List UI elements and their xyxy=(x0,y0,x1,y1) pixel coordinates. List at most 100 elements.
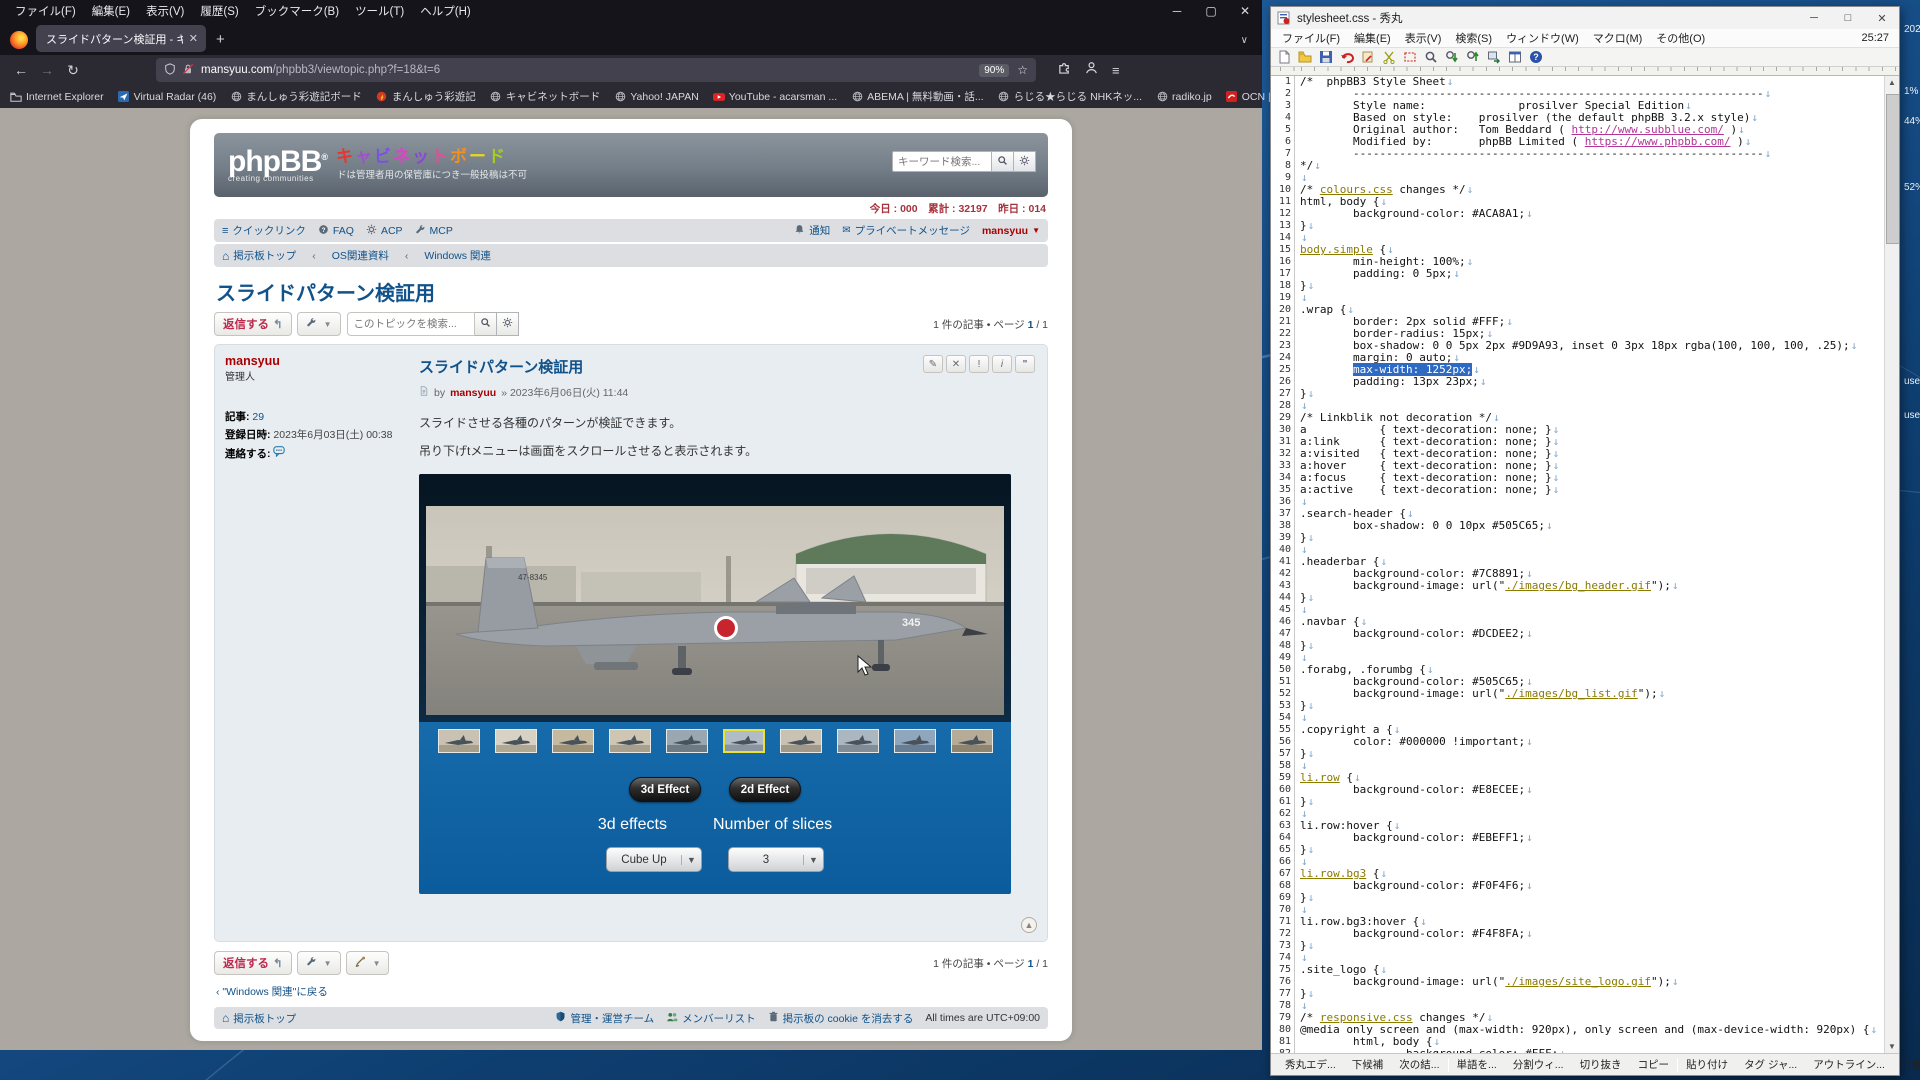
edit-post-button[interactable]: ✎ xyxy=(923,355,943,373)
scroll-down-arrow[interactable]: ▼ xyxy=(1885,1042,1899,1051)
help-icon[interactable]: ? xyxy=(1528,50,1544,65)
moderator-tools-button[interactable]: ▼ xyxy=(346,951,390,975)
search-up-icon[interactable] xyxy=(1465,50,1481,65)
user-menu[interactable]: mansyuu▼ xyxy=(982,225,1040,237)
slideshow-thumbnail-6[interactable] xyxy=(723,729,765,753)
status-segment[interactable]: 行番号... xyxy=(1893,1057,1920,1072)
status-segment[interactable]: アウトライン... xyxy=(1805,1057,1893,1072)
editor-menu-マクロ(M)[interactable]: マクロ(M) xyxy=(1586,30,1650,46)
slideshow-thumbnail-5[interactable] xyxy=(666,729,708,753)
notifications-link[interactable]: 通知 xyxy=(794,223,830,238)
browser-menu-編集(E)[interactable]: 編集(E) xyxy=(85,1,137,21)
tracking-shield-icon[interactable] xyxy=(164,63,176,78)
topic-tools-button-bottom[interactable]: ▼ xyxy=(297,951,341,975)
editor-maximize-button[interactable]: □ xyxy=(1831,12,1865,25)
slices-select[interactable]: 3 ▼ xyxy=(728,847,824,872)
reply-button[interactable]: 返信する↰ xyxy=(214,312,292,336)
advanced-search-button[interactable] xyxy=(1014,151,1036,172)
status-segment[interactable]: コピー xyxy=(1630,1057,1678,1072)
topic-tools-button[interactable]: ▼ xyxy=(297,312,341,336)
report-post-button[interactable]: ! xyxy=(969,355,989,373)
scroll-up-arrow[interactable]: ▲ xyxy=(1885,78,1899,87)
next-window-icon[interactable] xyxy=(1486,50,1502,65)
open-folder-icon[interactable] xyxy=(1297,50,1313,65)
bookmark-item[interactable]: まんしゅう彩遊記ボード xyxy=(230,89,362,104)
back-button[interactable]: ← xyxy=(10,62,32,79)
browser-menu-ブックマーク(B)[interactable]: ブックマーク(B) xyxy=(248,1,346,21)
member-list-link[interactable]: メンバーリスト xyxy=(666,1011,756,1026)
bookmark-item[interactable]: Yahoo! JAPAN xyxy=(614,91,698,103)
bookmark-item[interactable]: radiko.jp xyxy=(1156,91,1212,103)
status-segment[interactable]: 切り抜き xyxy=(1572,1057,1630,1072)
browser-minimize-button[interactable]: ─ xyxy=(1160,4,1194,18)
reply-button-bottom[interactable]: 返信する↰ xyxy=(214,951,292,975)
search-icon[interactable] xyxy=(1423,50,1439,65)
topic-search-advanced-button[interactable] xyxy=(497,312,519,336)
phpbb-logo[interactable]: phpBB® creating communities xyxy=(228,143,327,183)
status-segment[interactable]: 貼り付け xyxy=(1678,1057,1736,1072)
bookmark-item[interactable]: ABEMA | 無料動画・話... xyxy=(851,89,984,104)
browser-menu-表示(V)[interactable]: 表示(V) xyxy=(139,1,191,21)
status-segment[interactable]: 単語を... xyxy=(1449,1057,1505,1072)
new-tab-button[interactable]: + xyxy=(216,31,225,48)
reload-button[interactable]: ↻ xyxy=(62,62,84,79)
slideshow-thumbnail-7[interactable] xyxy=(780,729,822,753)
undo-icon[interactable] xyxy=(1339,50,1355,65)
editor-menu-編集(E)[interactable]: 編集(E) xyxy=(1347,30,1398,46)
status-segment[interactable]: 下候補 xyxy=(1344,1057,1392,1072)
jump-icon[interactable] xyxy=(1360,50,1376,65)
browser-maximize-button[interactable]: ▢ xyxy=(1194,4,1228,18)
breadcrumb-subforum[interactable]: Windows 関連 xyxy=(424,248,491,263)
slideshow-thumbnail-8[interactable] xyxy=(837,729,879,753)
bookmark-item[interactable]: Virtual Radar (46) xyxy=(118,91,217,103)
editor-titlebar[interactable]: stylesheet.css - 秀丸 ─ □ ✕ xyxy=(1271,7,1899,29)
split-window-icon[interactable] xyxy=(1507,50,1523,65)
faq-link[interactable]: ?FAQ xyxy=(318,224,354,238)
browser-close-button[interactable]: ✕ xyxy=(1228,4,1262,18)
slideshow-thumbnail-9[interactable] xyxy=(894,729,936,753)
footer-board-top-link[interactable]: ⌂掲示板トップ xyxy=(222,1011,296,1026)
topic-search-input[interactable] xyxy=(347,312,475,336)
delete-cookies-link[interactable]: 掲示板の cookie を消去する xyxy=(768,1011,914,1026)
insecure-lock-icon[interactable] xyxy=(182,63,194,78)
author-post-count[interactable]: 29 xyxy=(252,411,264,423)
bookmark-item[interactable]: キャビネットボード xyxy=(490,89,601,104)
browser-menu-ツール(T)[interactable]: ツール(T) xyxy=(348,1,411,21)
browser-menu-履歴(S)[interactable]: 履歴(S) xyxy=(193,1,245,21)
2d-effect-button[interactable]: 2d Effect xyxy=(729,777,801,802)
quote-post-button[interactable]: " xyxy=(1015,355,1035,373)
private-messages-link[interactable]: ✉プライベートメッセージ xyxy=(842,223,970,238)
slideshow-thumbnail-2[interactable] xyxy=(495,729,537,753)
breadcrumb-forum[interactable]: OS関連資料 xyxy=(332,248,389,263)
tab-close-icon[interactable]: ✕ xyxy=(189,32,198,45)
code-area[interactable]: 1/* phpBB3 Style Sheet↓2 ---------------… xyxy=(1271,76,1884,1053)
slideshow-thumbnail-4[interactable] xyxy=(609,729,651,753)
browser-tab-active[interactable]: スライドパターン検証用 - キャビネットボー ✕ xyxy=(36,25,206,52)
status-segment[interactable]: タグ ジャ... xyxy=(1736,1057,1805,1072)
keyword-search-input[interactable] xyxy=(892,151,992,172)
url-bar[interactable]: mansyuu.com/phpbb3/viewtopic.php?f=18&t=… xyxy=(156,58,1036,82)
editor-menu-ウィンドウ(W)[interactable]: ウィンドウ(W) xyxy=(1499,30,1586,46)
topic-title[interactable]: スライドパターン検証用 xyxy=(216,277,1048,306)
mcp-link[interactable]: MCP xyxy=(415,224,453,238)
aircraft-photo[interactable]: 345 47-8345 xyxy=(426,506,1004,715)
slideshow-thumbnail-3[interactable] xyxy=(552,729,594,753)
editor-close-button[interactable]: ✕ xyxy=(1865,12,1899,25)
topic-search-button[interactable] xyxy=(475,312,497,336)
bookmark-item[interactable]: まんしゅう彩遊記 xyxy=(376,89,476,104)
account-icon[interactable] xyxy=(1085,61,1098,79)
tab-list-chevron-icon[interactable]: ∨ xyxy=(1241,35,1248,46)
3d-effect-button[interactable]: 3d Effect xyxy=(629,777,701,802)
author-name[interactable]: mansyuu xyxy=(225,354,409,368)
forward-button[interactable]: → xyxy=(36,62,58,79)
status-segment[interactable]: 秀丸エデ... xyxy=(1277,1057,1344,1072)
slideshow-thumbnail-10[interactable] xyxy=(951,729,993,753)
slideshow-thumbnail-1[interactable] xyxy=(438,729,480,753)
editor-minimize-button[interactable]: ─ xyxy=(1797,12,1831,25)
byline-author[interactable]: mansyuu xyxy=(450,387,496,399)
acp-link[interactable]: ACP xyxy=(366,224,403,238)
return-to-forum-link[interactable]: ‹ "Windows 関連"に戻る xyxy=(216,984,1048,999)
scrollbar-thumb[interactable] xyxy=(1886,94,1899,244)
editor-menu-ファイル(F)[interactable]: ファイル(F) xyxy=(1275,30,1347,46)
back-to-top-button[interactable]: ▲ xyxy=(1021,917,1037,933)
